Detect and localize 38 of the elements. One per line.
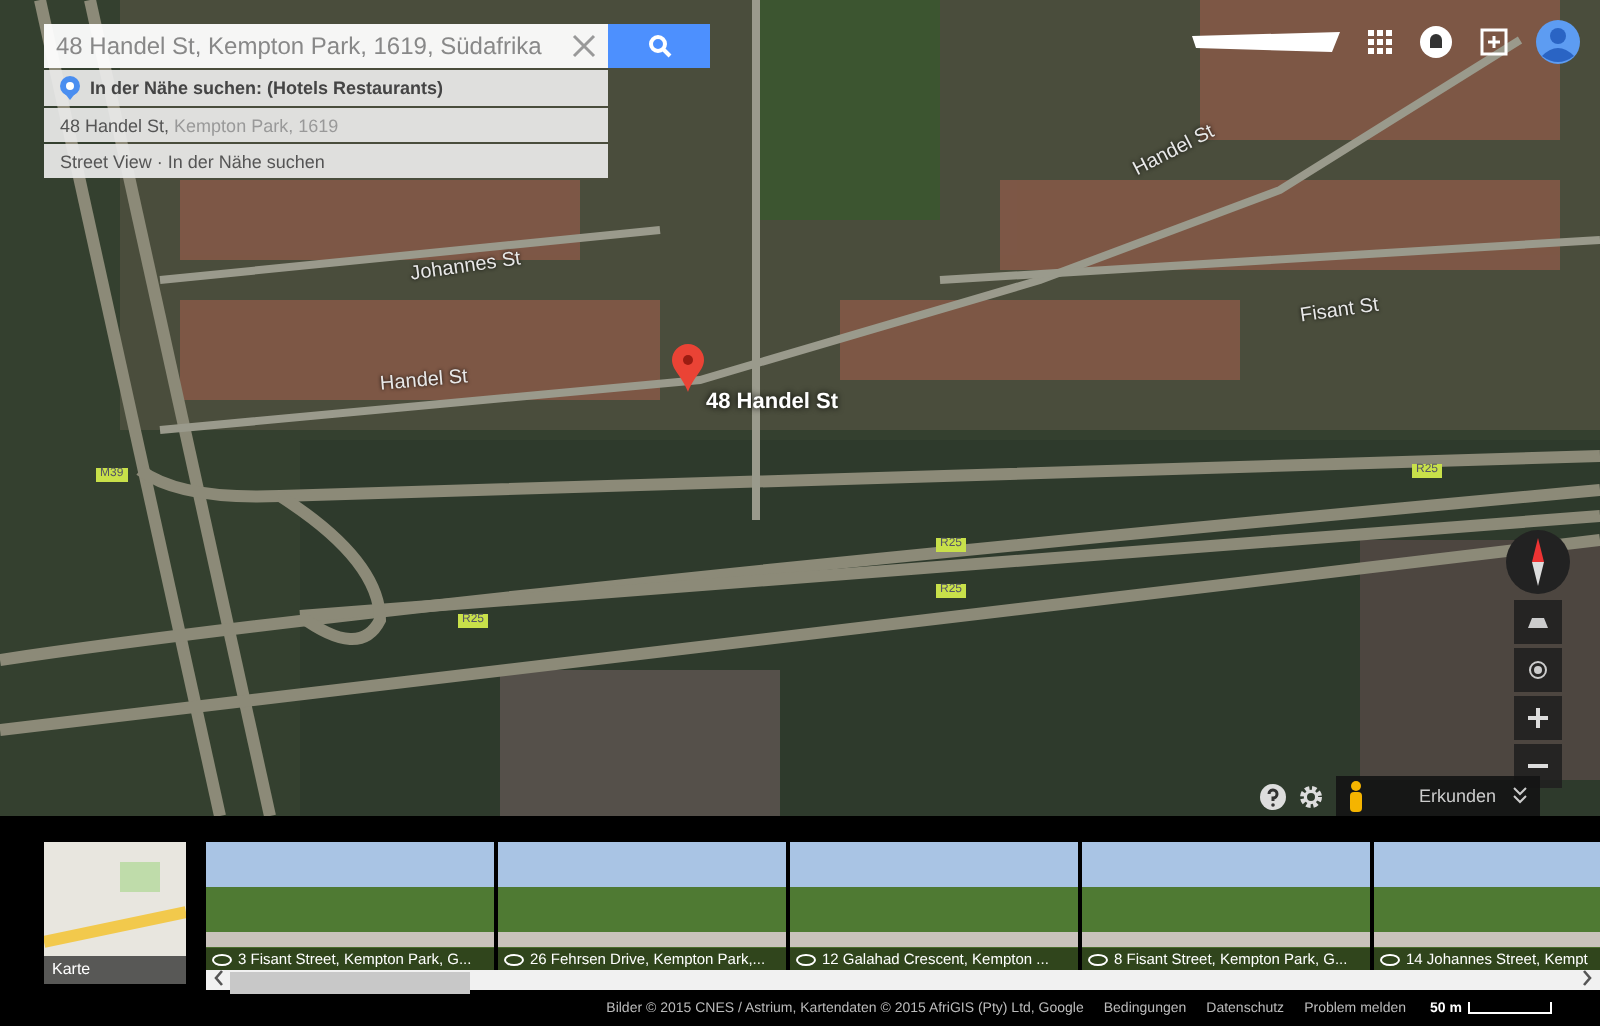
street-label: Handel St <box>379 366 469 396</box>
help-icon[interactable] <box>1260 783 1286 809</box>
street-label: Fisant St <box>1298 294 1381 328</box>
suggestion-item[interactable]: 48 Handel St, Kempton Park, 1619 <box>44 108 608 142</box>
search-icon <box>647 34 671 58</box>
pegman-icon <box>1348 780 1364 812</box>
avatar-icon[interactable] <box>1536 20 1580 64</box>
scale-bar-icon <box>1468 1002 1552 1014</box>
street-label: Johannes St <box>409 248 523 286</box>
panorama-rotate-icon <box>504 953 524 965</box>
tilt-icon <box>1526 614 1550 630</box>
apps-grid-icon[interactable] <box>1368 30 1392 54</box>
scrollbar-thumb[interactable] <box>230 972 470 994</box>
map-thumbnail[interactable]: Karte <box>44 842 186 984</box>
search-button[interactable] <box>608 24 710 68</box>
add-share-icon[interactable] <box>1480 28 1508 56</box>
tilt-button[interactable] <box>1514 600 1562 644</box>
panorama-rotate-icon <box>212 953 232 965</box>
chevron-down-icon <box>1512 786 1528 806</box>
scroll-right-button[interactable] <box>1582 970 1592 990</box>
place-label: 48 Handel St <box>706 390 839 414</box>
compass-icon[interactable] <box>1506 528 1570 596</box>
location-pin-icon <box>60 76 80 100</box>
location-target-icon <box>1528 660 1548 680</box>
my-location-button[interactable] <box>1514 648 1562 692</box>
settings-icon[interactable] <box>1298 783 1324 809</box>
panorama-rotate-icon <box>1380 953 1400 965</box>
zoom-in-button[interactable] <box>1514 696 1562 740</box>
location-pin-icon[interactable] <box>672 344 704 392</box>
plus-icon <box>1528 708 1548 728</box>
panorama-rotate-icon <box>1088 953 1108 965</box>
close-icon[interactable] <box>572 34 596 58</box>
explore-button[interactable]: Erkunden <box>1336 776 1540 816</box>
panorama-rotate-icon <box>796 953 816 965</box>
minus-icon <box>1528 764 1548 768</box>
scroll-left-button[interactable] <box>214 970 224 990</box>
suggestion-item[interactable]: In der Nähe suchen: (Hotels Restaurants) <box>44 70 608 106</box>
suggestion-item[interactable]: Street View · In der Nähe suchen <box>44 144 608 178</box>
